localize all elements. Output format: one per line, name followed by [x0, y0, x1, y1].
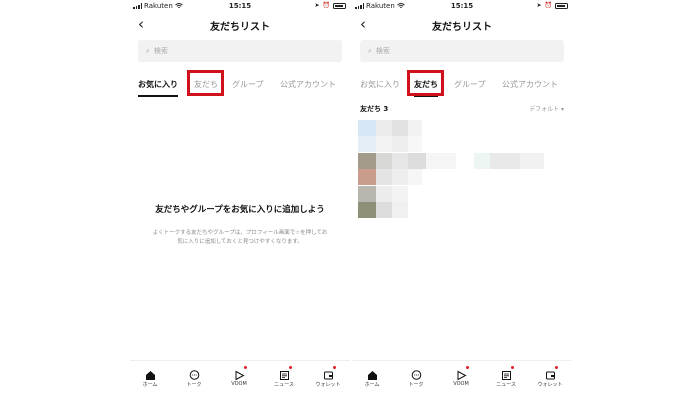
- status-bar: Rakuten 15:15 ➤ ⏰: [130, 0, 350, 12]
- nav-home[interactable]: ホーム: [132, 366, 168, 388]
- tab-groups[interactable]: グループ: [232, 79, 264, 90]
- search-bar[interactable]: ⌕: [138, 40, 342, 62]
- search-input[interactable]: [375, 47, 496, 55]
- empty-state-description: よくトークする友だちやグループは、プロフィール画面で☆を押してお気に入りに追加し…: [152, 230, 328, 245]
- notification-badge: [511, 366, 514, 369]
- nav-label: ホーム: [142, 382, 158, 388]
- empty-state-title: 友だちやグループをお気に入りに追加しよう: [155, 205, 325, 215]
- chat-icon: [176, 366, 212, 380]
- nav-wallet[interactable]: ウォレット: [310, 366, 346, 388]
- nav-label: トーク: [186, 382, 202, 388]
- nav-label: ニュース: [274, 382, 294, 388]
- tab-highlight-box: [407, 70, 444, 96]
- alarm-icon: ⏰: [322, 2, 330, 9]
- nav-news[interactable]: ニュース: [266, 366, 302, 388]
- friends-section-header: 友だち 3 デフォルト ▾: [360, 104, 564, 116]
- tab-bar: お気に入り 友だち グループ 公式アカウント: [352, 74, 572, 97]
- nav-talk[interactable]: トーク: [176, 366, 212, 388]
- location-icon: ➤: [536, 2, 542, 9]
- search-icon: ⌕: [146, 46, 150, 55]
- tab-groups[interactable]: グループ: [454, 79, 486, 90]
- tab-official-accounts[interactable]: 公式アカウント: [280, 79, 336, 90]
- bottom-nav: ホーム トーク VOOM ニュース ウォレット: [130, 360, 350, 393]
- page-title: 友だちリスト: [432, 22, 492, 33]
- wallet-icon: [532, 366, 568, 380]
- home-icon: [354, 366, 390, 380]
- notification-badge: [289, 366, 292, 369]
- notification-badge: [244, 366, 247, 369]
- tab-favorites[interactable]: お気に入り: [360, 79, 400, 90]
- tab-highlight-box: [187, 70, 224, 96]
- phone-screen-friends: Rakuten 15:15 ➤ ⏰ ‹ 友だちリスト ⌕ お気に入り 友だち グ…: [352, 0, 572, 393]
- list-item-blurred[interactable]: [358, 153, 544, 169]
- nav-label: ホーム: [364, 382, 380, 388]
- notification-badge: [555, 366, 558, 369]
- list-item-blurred[interactable]: [358, 186, 408, 202]
- tab-official-accounts[interactable]: 公式アカウント: [502, 79, 558, 90]
- search-input[interactable]: [153, 47, 274, 55]
- news-icon: [266, 366, 302, 380]
- list-item-blurred[interactable]: [358, 120, 422, 136]
- nav-talk[interactable]: トーク: [398, 366, 434, 388]
- nav-label: VOOM: [453, 381, 469, 387]
- header: ‹ 友だちリスト: [352, 14, 572, 36]
- alarm-icon: ⏰: [544, 2, 552, 9]
- notification-badge: [466, 366, 469, 369]
- battery-icon: [333, 2, 346, 9]
- nav-news[interactable]: ニュース: [488, 366, 524, 388]
- page-title: 友だちリスト: [210, 22, 270, 33]
- search-icon: ⌕: [368, 46, 372, 55]
- nav-label: ニュース: [496, 382, 516, 388]
- search-bar[interactable]: ⌕: [360, 40, 564, 62]
- nav-voom[interactable]: VOOM: [443, 366, 479, 387]
- phone-screen-favorites: Rakuten 15:15 ➤ ⏰ ‹ 友だちリスト ⌕ お気に入り 友だち グ…: [130, 0, 350, 393]
- nav-label: ウォレット: [537, 382, 563, 388]
- location-icon: ➤: [314, 2, 320, 9]
- nav-wallet[interactable]: ウォレット: [532, 366, 568, 388]
- friends-count: 友だち 3: [360, 105, 389, 113]
- news-icon: [488, 366, 524, 380]
- list-item-blurred: [358, 136, 422, 152]
- nav-label: ウォレット: [315, 382, 341, 388]
- notification-badge: [333, 366, 336, 369]
- bottom-nav: ホーム トーク VOOM ニュース ウォレット: [352, 360, 572, 393]
- chat-icon: [398, 366, 434, 380]
- home-icon: [132, 366, 168, 380]
- voom-icon: [221, 366, 257, 381]
- nav-label: トーク: [408, 382, 424, 388]
- tab-bar: お気に入り 友だち グループ 公式アカウント: [130, 74, 350, 97]
- nav-home[interactable]: ホーム: [354, 366, 390, 388]
- wallet-icon: [310, 366, 346, 380]
- nav-label: VOOM: [231, 381, 247, 387]
- list-item-blurred: [358, 169, 422, 185]
- list-item-blurred: [358, 202, 408, 218]
- battery-icon: [555, 2, 568, 9]
- status-bar: Rakuten 15:15 ➤ ⏰: [352, 0, 572, 12]
- tab-favorites[interactable]: お気に入り: [138, 79, 178, 97]
- sort-dropdown[interactable]: デフォルト ▾: [529, 104, 564, 113]
- header: ‹ 友だちリスト: [130, 14, 350, 36]
- nav-voom[interactable]: VOOM: [221, 366, 257, 387]
- voom-icon: [443, 366, 479, 381]
